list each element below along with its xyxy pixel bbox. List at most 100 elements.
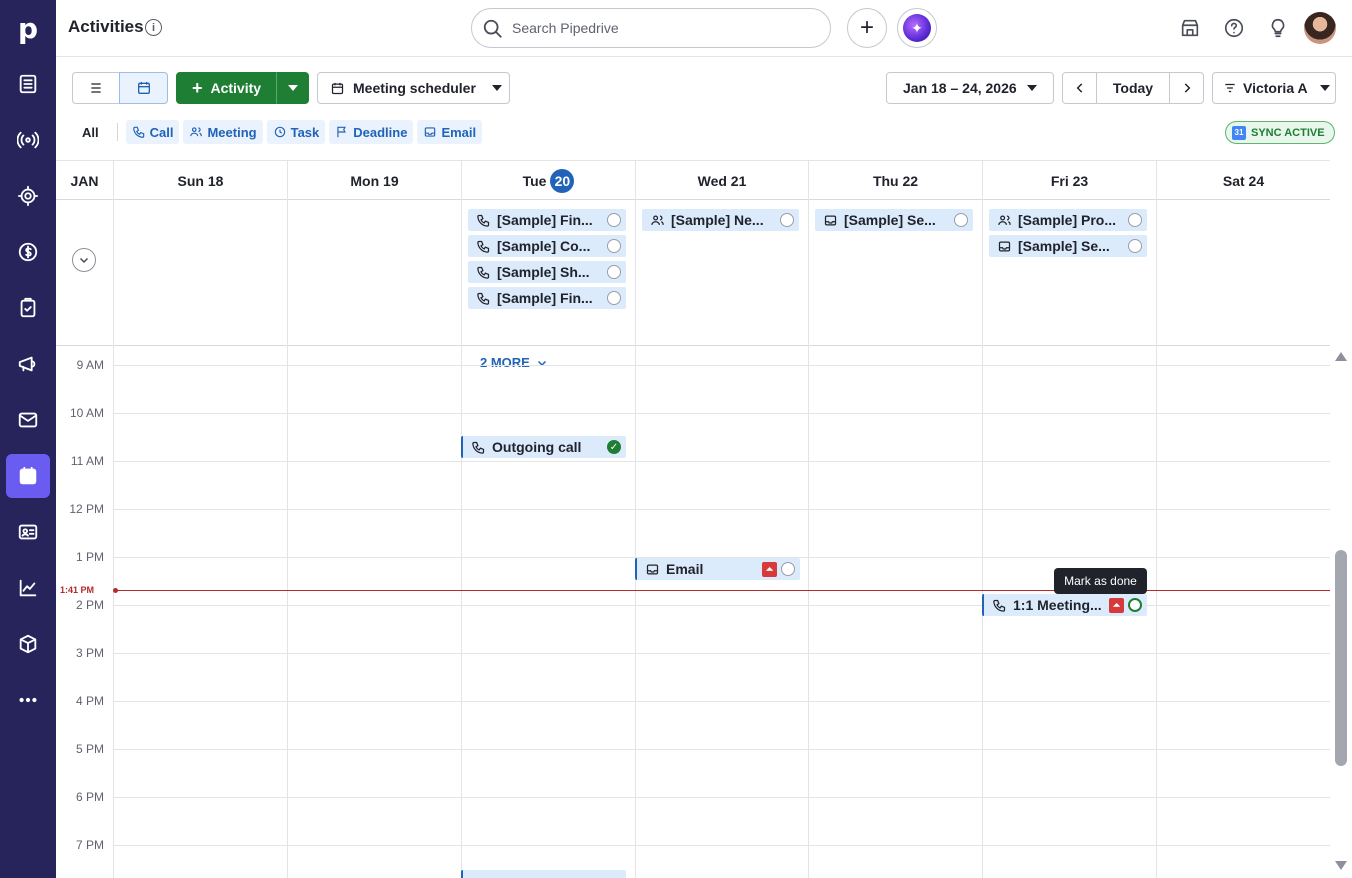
previous-week-button[interactable]: [1062, 72, 1097, 104]
mark-done-checkbox[interactable]: [607, 265, 621, 279]
leads-icon[interactable]: [6, 62, 50, 106]
filter-icon: [1225, 83, 1235, 93]
timed-event-partial[interactable]: [461, 870, 626, 878]
next-week-button[interactable]: [1169, 72, 1204, 104]
day-header-tue[interactable]: Tue 20: [461, 161, 635, 201]
calendar-nav-icon[interactable]: [6, 454, 50, 498]
allday-event[interactable]: [Sample] Se...: [815, 209, 973, 231]
event-title: [Sample] Se...: [1018, 238, 1110, 254]
products-icon[interactable]: [6, 622, 50, 666]
event-title: [Sample] Co...: [497, 238, 591, 254]
collapse-all-day-button[interactable]: [72, 248, 96, 272]
add-activity-dropdown[interactable]: [276, 72, 309, 104]
timed-event-outgoing-call[interactable]: Outgoing call ✓: [461, 436, 626, 458]
day-header-sun[interactable]: Sun 18: [113, 161, 287, 201]
event-title: [Sample] Fin...: [497, 290, 593, 306]
ai-assistant-button[interactable]: ✦: [897, 8, 937, 48]
allday-event[interactable]: [Sample] Co...: [468, 235, 626, 257]
hour-label: 3 PM: [75, 646, 104, 660]
mark-done-checkbox[interactable]: [607, 213, 621, 227]
filter-deadline[interactable]: Deadline: [329, 120, 414, 144]
quick-add-button[interactable]: +: [847, 8, 887, 48]
allday-event[interactable]: [Sample] Ne...: [642, 209, 799, 231]
mark-done-checkbox[interactable]: [954, 213, 968, 227]
phone-icon: [477, 292, 490, 305]
chevron-down-icon: [491, 85, 502, 91]
sync-status-badge[interactable]: 31 SYNC ACTIVE: [1225, 121, 1335, 144]
day-header-wed[interactable]: Wed 21: [635, 161, 808, 201]
filter-meeting[interactable]: Meeting: [183, 120, 263, 144]
scroll-thumb[interactable]: [1335, 550, 1347, 766]
avatar[interactable]: [1304, 12, 1336, 44]
mark-done-checkbox[interactable]: [607, 291, 621, 305]
filter-task[interactable]: Task: [266, 120, 326, 144]
insights-icon[interactable]: [6, 566, 50, 610]
user-filter-label: Victoria A: [1243, 80, 1308, 96]
mark-done-checkbox[interactable]: [1128, 239, 1142, 253]
event-title: [Sample] Ne...: [671, 212, 764, 228]
hour-label: 9 AM: [76, 358, 104, 372]
mark-done-checkbox[interactable]: [781, 562, 795, 576]
info-icon[interactable]: i: [145, 19, 162, 36]
calendar-view-button[interactable]: [119, 72, 168, 104]
filter-call[interactable]: Call: [125, 120, 180, 144]
mark-done-checkbox[interactable]: [1128, 598, 1142, 612]
event-title: [Sample] Pro...: [1018, 212, 1117, 228]
allday-event[interactable]: [Sample] Sh...: [468, 261, 626, 283]
sync-status-label: SYNC ACTIVE: [1251, 126, 1325, 139]
now-indicator-line: [116, 590, 1330, 591]
mail-icon[interactable]: [6, 398, 50, 442]
timed-event-email[interactable]: Email ⏶: [635, 558, 800, 580]
chevron-left-icon: [1076, 83, 1082, 93]
date-range-picker[interactable]: Jan 18 – 24, 2026: [886, 72, 1054, 104]
contacts-icon[interactable]: [6, 510, 50, 554]
more-icon[interactable]: [6, 678, 50, 722]
filter-all[interactable]: All: [72, 120, 109, 144]
pipedrive-logo[interactable]: p: [0, 0, 56, 56]
lightbulb-icon[interactable]: [1266, 16, 1290, 40]
target-icon[interactable]: [6, 174, 50, 218]
top-header: Activities i Search Pipedrive + ✦: [56, 0, 1352, 57]
day-header-thu[interactable]: Thu 22: [808, 161, 982, 201]
day-header-sat[interactable]: Sat 24: [1156, 161, 1330, 201]
phone-icon: [477, 214, 490, 227]
email-icon: [824, 215, 837, 225]
filter-email-label: Email: [441, 124, 477, 140]
day-header-mon[interactable]: Mon 19: [287, 161, 461, 201]
campaigns-icon[interactable]: [6, 342, 50, 386]
filter-email[interactable]: Email: [417, 120, 483, 144]
hour-label: 1 PM: [75, 550, 104, 564]
phone-icon: [477, 240, 490, 253]
allday-event[interactable]: [Sample] Fin...: [468, 287, 626, 309]
meeting-scheduler-button[interactable]: Meeting scheduler: [317, 72, 510, 104]
allday-event[interactable]: [Sample] Pro...: [989, 209, 1147, 231]
time-grid: 9 AM 10 AM 11 AM 12 PM 1 PM 2 PM 3 PM 4 …: [56, 346, 1330, 878]
marketplace-icon[interactable]: [1178, 16, 1202, 40]
add-activity-button[interactable]: + Activity: [176, 72, 277, 104]
day-header-fri[interactable]: Fri 23: [982, 161, 1156, 201]
vertical-scrollbar[interactable]: [1334, 346, 1348, 878]
hour-label: 6 PM: [75, 790, 104, 804]
scroll-down-icon[interactable]: [1335, 861, 1347, 870]
done-check-icon[interactable]: ✓: [607, 440, 621, 454]
filter-task-label: Task: [290, 124, 320, 140]
scroll-up-icon[interactable]: [1335, 352, 1347, 361]
hour-label: 2 PM: [75, 598, 104, 612]
email-icon: [998, 241, 1011, 251]
timed-event-meeting[interactable]: 1:1 Meeting... ⏶: [982, 594, 1147, 616]
mark-done-checkbox[interactable]: [1128, 213, 1142, 227]
search-input[interactable]: Search Pipedrive: [471, 8, 831, 48]
allday-event[interactable]: [Sample] Se...: [989, 235, 1147, 257]
user-filter-button[interactable]: Victoria A: [1212, 72, 1336, 104]
deals-icon[interactable]: [6, 230, 50, 274]
today-button[interactable]: Today: [1096, 72, 1170, 104]
mark-done-checkbox[interactable]: [607, 239, 621, 253]
help-icon[interactable]: [1222, 16, 1246, 40]
broadcast-icon[interactable]: [6, 118, 50, 162]
tasks-icon[interactable]: [6, 286, 50, 330]
mark-done-checkbox[interactable]: [780, 213, 794, 227]
list-view-button[interactable]: [72, 72, 120, 104]
allday-event[interactable]: [Sample] Fin...: [468, 209, 626, 231]
week-calendar: JAN Sun 18 Mon 19 Tue 20 Wed 21 Thu 22 Fr…: [56, 160, 1330, 878]
chevron-right-icon: [1184, 83, 1190, 93]
